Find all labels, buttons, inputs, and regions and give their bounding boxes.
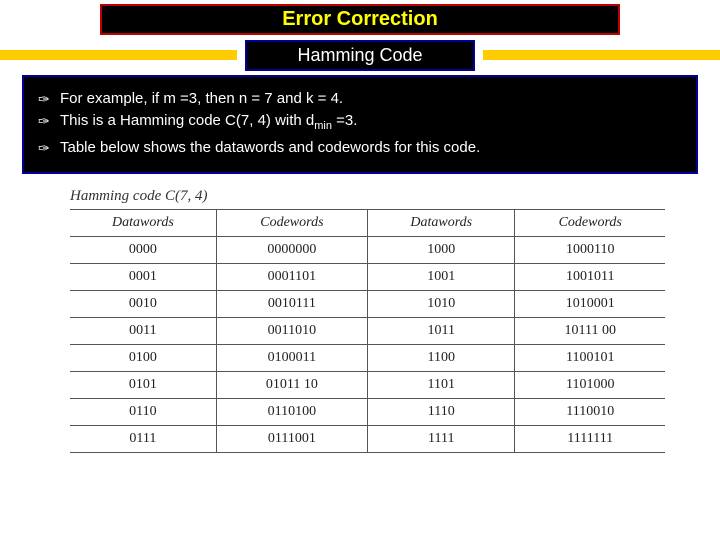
- table-row: 0010001011110101010001: [70, 291, 665, 318]
- table-row: 0110011010011101110010: [70, 399, 665, 426]
- bullet-icon: ✑: [38, 138, 60, 158]
- hamming-table: Datawords Codewords Datawords Codewords …: [70, 209, 665, 453]
- col-header: Codewords: [515, 210, 665, 237]
- table-wrap: Datawords Codewords Datawords Codewords …: [70, 209, 665, 453]
- table-row: 0100010001111001100101: [70, 345, 665, 372]
- table-caption: Hamming code C(7, 4): [70, 188, 720, 205]
- bullet-item: ✑ This is a Hamming code C(7, 4) with dm…: [38, 111, 682, 136]
- bullet-item: ✑ For example, if m =3, then n = 7 and k…: [38, 89, 682, 109]
- col-header: Codewords: [216, 210, 367, 237]
- bullet-text: This is a Hamming code C(7, 4) with dmin…: [60, 111, 357, 136]
- bullet-text: For example, if m =3, then n = 7 and k =…: [60, 89, 343, 109]
- bullet-icon: ✑: [38, 111, 60, 131]
- bullet-icon: ✑: [38, 89, 60, 109]
- table-row: 0000000000010001000110: [70, 237, 665, 264]
- table-body: 0000000000010001000110 00010001101100110…: [70, 237, 665, 453]
- table-row: 010101011 1011011101000: [70, 372, 665, 399]
- title-bar: Error Correction: [100, 4, 620, 35]
- table-header-row: Datawords Codewords Datawords Codewords: [70, 210, 665, 237]
- bullet-text: Table below shows the datawords and code…: [60, 138, 480, 158]
- col-header: Datawords: [70, 210, 216, 237]
- bullet-item: ✑ Table below shows the datawords and co…: [38, 138, 682, 158]
- table-row: 0111011100111111111111: [70, 426, 665, 453]
- stripe-right: [483, 50, 720, 60]
- stripe-left: [0, 50, 237, 60]
- content-box: ✑ For example, if m =3, then n = 7 and k…: [22, 75, 698, 174]
- stripe-row: Hamming Code: [0, 41, 720, 69]
- table-row: 0001000110110011001011: [70, 264, 665, 291]
- slide-title: Error Correction: [282, 8, 438, 30]
- table-row: 00110011010101110111 00: [70, 318, 665, 345]
- subtitle-box: Hamming Code: [245, 40, 474, 71]
- subtitle-text: Hamming Code: [297, 45, 422, 65]
- col-header: Datawords: [367, 210, 515, 237]
